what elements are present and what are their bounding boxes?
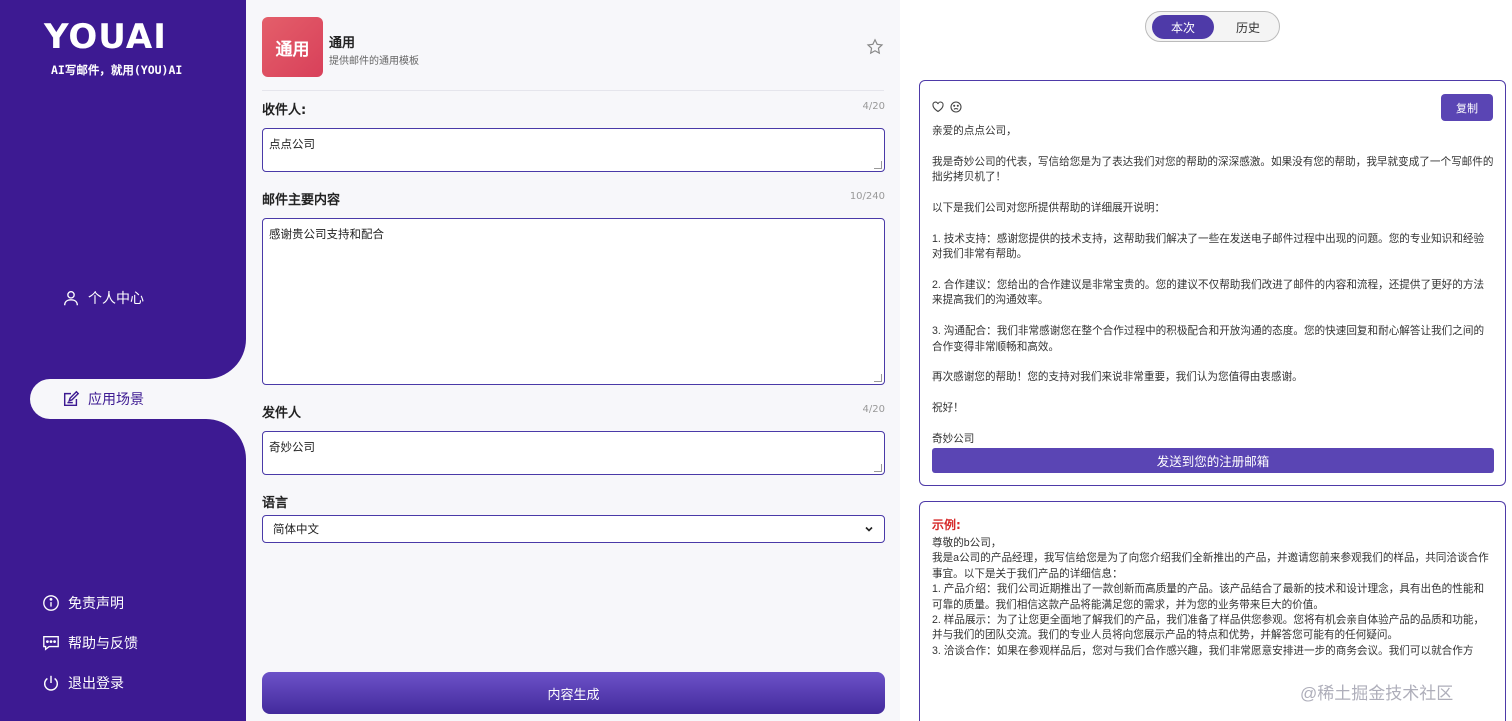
nav-item-label: 帮助与反馈 <box>68 636 138 652</box>
letter-line: 2. 合作建议：您给出的合作建议是非常宝贵的。您的建议不仅帮助我们改进了邮件的内… <box>932 279 1485 307</box>
nav-item-disclaimer[interactable]: 免责声明 <box>42 593 124 613</box>
letter-line: 1. 技术支持：感谢您提供的技术支持，这帮助我们解决了一些在发送电子邮件过程中出… <box>932 232 1485 261</box>
example-line: 尊敬的b公司， <box>932 537 1002 549</box>
generated-letter[interactable]: 亲爱的点点公司， 我是奇妙公司的代表，写信给您是为了表达我们对您的帮助的深深感激… <box>932 124 1494 447</box>
letter-line <box>932 186 1494 201</box>
content-char-count: 10/240 <box>849 191 885 202</box>
nav-item-help-feedback[interactable]: 帮助与反馈 <box>42 633 138 653</box>
app-slogan: AI写邮件，就用(YOU)AI <box>51 63 183 77</box>
example-letter: 尊敬的b公司， 我是a公司的产品经理，我写信给您是为了向您介绍我们全新推出的产品… <box>932 536 1494 659</box>
recipient-char-count: 4/20 <box>862 101 885 112</box>
feedback-icon <box>43 636 59 651</box>
example-tag: 示例: <box>932 518 961 532</box>
recipient-input[interactable]: 点点公司 <box>262 128 885 172</box>
letter-line: 再次感谢您的帮助！您的支持对我们来说非常重要，我们认为您值得由衷感谢。 <box>932 371 1303 384</box>
resize-handle[interactable] <box>874 374 882 382</box>
sad-face-icon[interactable] <box>950 101 962 113</box>
example-line: 3. 洽谈合作：如果在参观样品后，您对与我们合作感兴趣，我们非常愿意安排进一步的… <box>932 644 1474 657</box>
tab-current[interactable]: 本次 <box>1152 15 1214 39</box>
resize-handle[interactable] <box>874 464 882 472</box>
nav-item-label: 个人中心 <box>88 291 144 307</box>
sender-input[interactable]: 奇妙公司 <box>262 431 885 475</box>
copy-button[interactable]: 复制 <box>1441 94 1493 121</box>
letter-line <box>932 355 1494 370</box>
chevron-down-icon <box>865 526 873 532</box>
resize-handle[interactable] <box>874 161 882 169</box>
result-toggle: 本次 历史 <box>1145 11 1280 42</box>
letter-line <box>932 216 1494 231</box>
letter-line <box>932 386 1494 401</box>
content-textarea[interactable]: 感谢贵公司支持和配合 <box>262 218 885 385</box>
generate-button[interactable]: 内容生成 <box>262 672 885 714</box>
sender-char-count: 4/20 <box>862 404 885 415</box>
edit-icon <box>63 390 80 407</box>
results-panel: 本次 历史 复制 亲爱的点点公司， 我是奇妙公司的代表，写信给您是为了表达我们对… <box>900 0 1512 721</box>
nav-item-personal-center[interactable]: 个人中心 <box>62 288 144 308</box>
divider <box>262 90 884 91</box>
example-line: 2. 样品展示：为了让您更全面地了解我们的产品，我们准备了样品供您参观。您将有机… <box>932 614 1485 642</box>
letter-line <box>932 309 1494 324</box>
nav-item-scenarios[interactable]: 应用场景 <box>62 389 144 409</box>
sidebar: YOUAI AI写邮件，就用(YOU)AI 个人中心 应用场景 免责声明 帮助与… <box>0 0 246 721</box>
letter-line: 我是奇妙公司的代表，写信给您是为了表达我们对您的帮助的深深感激。如果没有您的帮助… <box>932 155 1494 184</box>
letter-line <box>932 417 1494 432</box>
example-line: 我是a公司的产品经理，我写信给您是为了向您介绍我们全新推出的产品，并邀请您前来参… <box>932 552 1489 580</box>
nav-item-label: 免责声明 <box>68 596 124 612</box>
star-icon[interactable] <box>866 38 884 56</box>
info-icon <box>43 595 59 611</box>
template-description: 提供邮件的通用模板 <box>329 56 419 67</box>
email-form-panel: 通用 通用 提供邮件的通用模板 收件人: 4/20 点点公司 邮件主要内容 10… <box>246 0 900 721</box>
content-label: 邮件主要内容 <box>262 193 341 208</box>
letter-line: 3. 沟通配合：我们非常感谢您在整个合作过程中的积极配合和开放沟通的态度。您的快… <box>932 325 1485 353</box>
nav-item-logout[interactable]: 退出登录 <box>42 673 124 693</box>
power-icon <box>43 675 59 691</box>
letter-line: 以下是我们公司对您所提供帮助的详细展开说明： <box>932 202 1166 214</box>
letter-line <box>932 139 1494 154</box>
example-line: 1. 产品介绍：我们公司近期推出了一款创新而高质量的产品。该产品结合了最新的技术… <box>932 583 1485 611</box>
sender-label: 发件人 <box>262 406 302 421</box>
user-icon <box>64 291 78 306</box>
watermark: @稀土掘金技术社区 <box>1300 684 1454 703</box>
letter-line <box>932 263 1494 278</box>
template-icon: 通用 <box>262 17 323 77</box>
nav-item-label: 退出登录 <box>68 676 124 692</box>
language-label: 语言 <box>262 496 289 511</box>
letter-line: 奇妙公司 <box>932 433 975 445</box>
recipient-label: 收件人: <box>262 103 307 118</box>
language-select[interactable]: 简体中文 <box>262 515 885 543</box>
app-logo[interactable]: YOUAI <box>44 20 167 54</box>
nav-item-label: 应用场景 <box>88 392 144 408</box>
tab-history[interactable]: 历史 <box>1220 15 1276 39</box>
heart-icon[interactable] <box>932 101 944 113</box>
template-title: 通用 <box>329 36 356 51</box>
letter-line: 亲爱的点点公司， <box>932 125 1017 137</box>
letter-line: 祝好！ <box>932 402 964 415</box>
result-card: 复制 亲爱的点点公司， 我是奇妙公司的代表，写信给您是为了表达我们对您的帮助的深… <box>919 80 1506 486</box>
send-to-email-button[interactable]: 发送到您的注册邮箱 <box>932 448 1494 473</box>
